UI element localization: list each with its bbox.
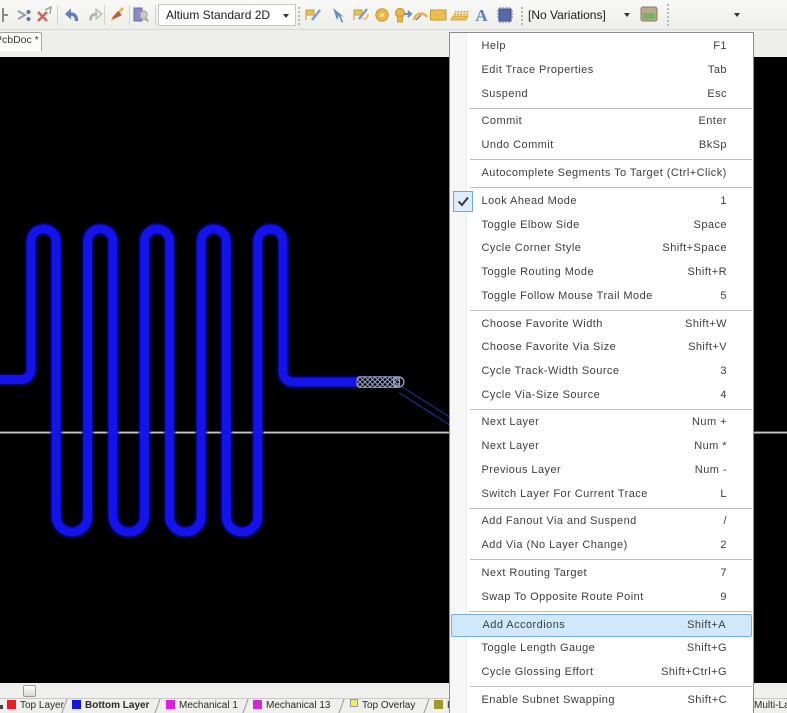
svg-text:A: A — [475, 6, 488, 24]
